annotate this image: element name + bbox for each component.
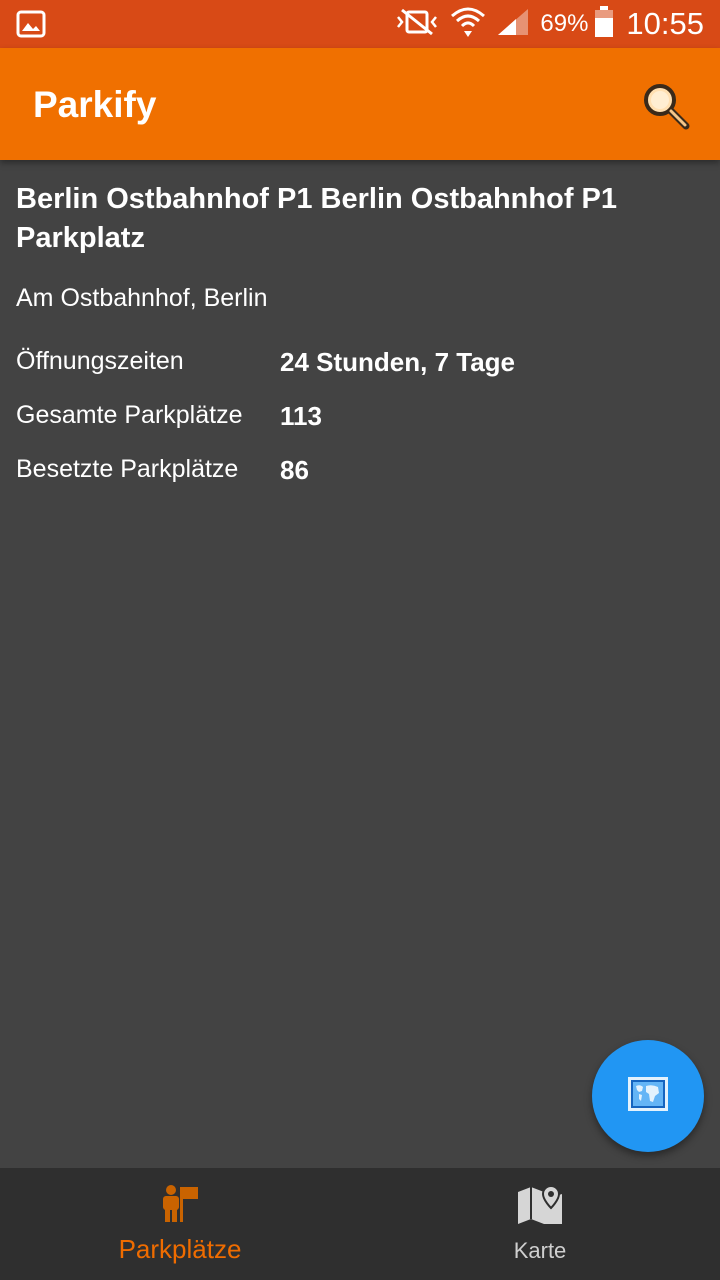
- parking-info-table: Öffnungszeiten 24 Stunden, 7 Tage Gesamt…: [16, 347, 696, 509]
- world-map-icon: [628, 1076, 668, 1116]
- status-clock: 10:55: [626, 6, 704, 41]
- info-row-total-spaces: Gesamte Parkplätze 113: [16, 401, 696, 455]
- parking-lot-address: Am Ostbahnhof, Berlin: [16, 284, 268, 312]
- vibrate-mute-icon: [394, 8, 440, 41]
- nav-label: Karte: [513, 1238, 567, 1263]
- wifi-icon: [450, 5, 486, 44]
- info-row-occupied-spaces: Besetzte Parkplätze 86: [16, 455, 696, 509]
- signal-icon: [496, 7, 530, 42]
- parking-detail: Berlin Ostbahnhof P1 Berlin Ostbahnhof P…: [16, 180, 696, 509]
- map-fab-button[interactable]: [592, 1040, 704, 1152]
- nav-item-karte[interactable]: Karte: [360, 1168, 720, 1280]
- search-button[interactable]: [640, 80, 692, 132]
- battery-percentage: 69%: [540, 10, 589, 37]
- bottom-navigation: Parkplätze Karte: [0, 1168, 720, 1280]
- screen: 69% 10:55 Parkify Berlin Ostbahnhof P1 B…: [0, 0, 720, 1280]
- info-value: 113: [280, 401, 322, 431]
- info-value: 86: [280, 455, 309, 485]
- nav-label: Parkplätze: [118, 1234, 242, 1264]
- parking-lot-name: Berlin Ostbahnhof P1 Berlin Ostbahnhof P…: [16, 183, 617, 254]
- info-label: Besetzte Parkplätze: [16, 455, 239, 483]
- app-bar: Parkify: [0, 48, 720, 160]
- battery-icon: [594, 5, 614, 43]
- info-label: Öffnungszeiten: [16, 347, 184, 375]
- status-icons: 69% 10:55: [394, 0, 704, 48]
- app-title: Parkify: [33, 84, 157, 125]
- image-icon: [16, 10, 46, 38]
- search-icon: [640, 84, 692, 136]
- parking-person-icon: [160, 1184, 200, 1229]
- info-value: 24 Stunden, 7 Tage: [280, 347, 516, 377]
- info-label: Gesamte Parkplätze: [16, 401, 243, 429]
- info-row-opening-hours: Öffnungszeiten 24 Stunden, 7 Tage: [16, 347, 696, 401]
- nav-item-parkplaetze[interactable]: Parkplätze: [0, 1168, 360, 1280]
- map-pin-icon: [516, 1184, 564, 1231]
- status-bar: 69% 10:55: [0, 0, 720, 48]
